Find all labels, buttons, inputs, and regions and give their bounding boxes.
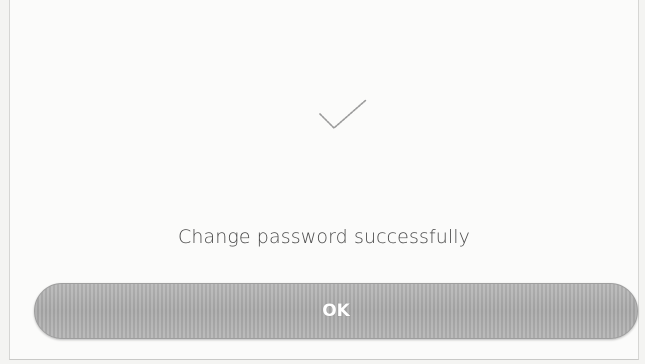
checkmark-icon [310, 88, 374, 140]
success-message: Change password successfully [177, 226, 471, 248]
ok-button[interactable]: OK [34, 283, 638, 339]
ok-button-label: OK [322, 301, 350, 321]
success-dialog: Change password successfully OK [9, 0, 639, 360]
